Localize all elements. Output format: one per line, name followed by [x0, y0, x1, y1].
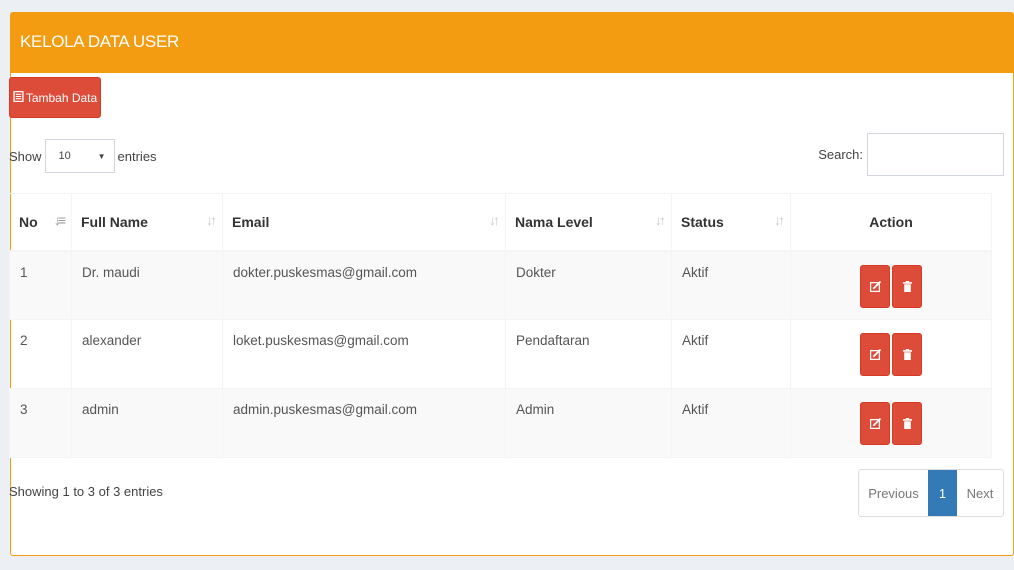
sort-icon: ↓↑ [655, 212, 666, 228]
next-page-button[interactable]: Next [957, 470, 1003, 516]
file-icon [13, 90, 24, 105]
entries-select[interactable]: 10 ▼ [44, 139, 115, 173]
user-table: No ↓≡ Full Name ↓↑ Email ↓↑ Nama Level ↓↑ St… [9, 193, 992, 458]
cell-email: dokter.puskesmas@gmail.com [222, 250, 506, 320]
previous-page-button[interactable]: Previous [859, 470, 928, 516]
cell-level: Pendaftaran [505, 319, 672, 389]
edit-button[interactable] [860, 402, 890, 445]
delete-button[interactable] [892, 333, 922, 376]
search-label: Search: [818, 147, 863, 162]
sort-icon: ↓↑ [206, 212, 217, 228]
edit-button[interactable] [860, 264, 890, 308]
cell-full-name: admin [71, 388, 223, 458]
cell-full-name: alexander [71, 319, 223, 389]
caret-down-icon: ▼ [97, 152, 106, 161]
edit-icon [870, 349, 881, 360]
entries-select-value: 10 [58, 150, 71, 162]
cell-email: loket.puskesmas@gmail.com [222, 319, 506, 389]
delete-button[interactable] [892, 402, 922, 445]
pagination: Previous 1 Next [858, 469, 1004, 517]
show-label: Show [9, 148, 42, 164]
edit-button[interactable] [860, 333, 890, 376]
table-row: 3 admin admin.puskesmas@gmail.com Admin … [9, 388, 992, 458]
page-1-button[interactable]: 1 [928, 470, 957, 516]
col-email[interactable]: Email ↓↑ [222, 193, 506, 252]
cell-level: Admin [505, 388, 672, 458]
panel-title: KELOLA DATA USER [11, 13, 1013, 73]
table-row: 2 alexander loket.puskesmas@gmail.com Pe… [9, 319, 992, 389]
cell-status: Aktif [671, 250, 791, 320]
cell-action [790, 319, 992, 389]
cell-status: Aktif [671, 388, 791, 458]
entries-label: entries [117, 148, 157, 164]
cell-email: admin.puskesmas@gmail.com [222, 388, 506, 458]
search-input[interactable] [867, 133, 1004, 176]
col-full-name[interactable]: Full Name ↓↑ [71, 193, 223, 252]
cell-action [790, 388, 992, 458]
add-data-button[interactable]: Tambah Data [9, 77, 101, 118]
col-no[interactable]: No ↓≡ [9, 193, 72, 252]
cell-level: Dokter [505, 250, 672, 320]
cell-no: 3 [9, 388, 72, 458]
cell-full-name: Dr. maudi [71, 250, 223, 320]
search-control: Search: [818, 133, 1004, 176]
table-header-row: No ↓≡ Full Name ↓↑ Email ↓↑ Nama Level ↓↑ St… [9, 193, 992, 252]
cell-action [790, 250, 992, 320]
cell-no: 1 [9, 250, 72, 320]
edit-icon [870, 280, 881, 292]
sort-icon: ↓↑ [489, 212, 500, 228]
add-data-label: Tambah Data [25, 90, 98, 105]
cell-no: 2 [9, 319, 72, 389]
col-action: Action [790, 193, 992, 252]
delete-button[interactable] [892, 264, 922, 308]
trash-icon [903, 349, 912, 360]
edit-icon [870, 418, 881, 429]
length-control: Show 10 ▼ entries [9, 139, 157, 173]
sort-icon: ↓↑ [774, 212, 785, 228]
trash-icon [903, 280, 912, 292]
cell-status: Aktif [671, 319, 791, 389]
col-status[interactable]: Status ↓↑ [671, 193, 791, 252]
trash-icon [903, 418, 912, 429]
col-nama-level[interactable]: Nama Level ↓↑ [505, 193, 672, 252]
sort-desc-icon: ↓≡ [53, 212, 66, 228]
table-info: Showing 1 to 3 of 3 entries [9, 484, 163, 499]
table-row: 1 Dr. maudi dokter.puskesmas@gmail.com D… [9, 250, 992, 320]
